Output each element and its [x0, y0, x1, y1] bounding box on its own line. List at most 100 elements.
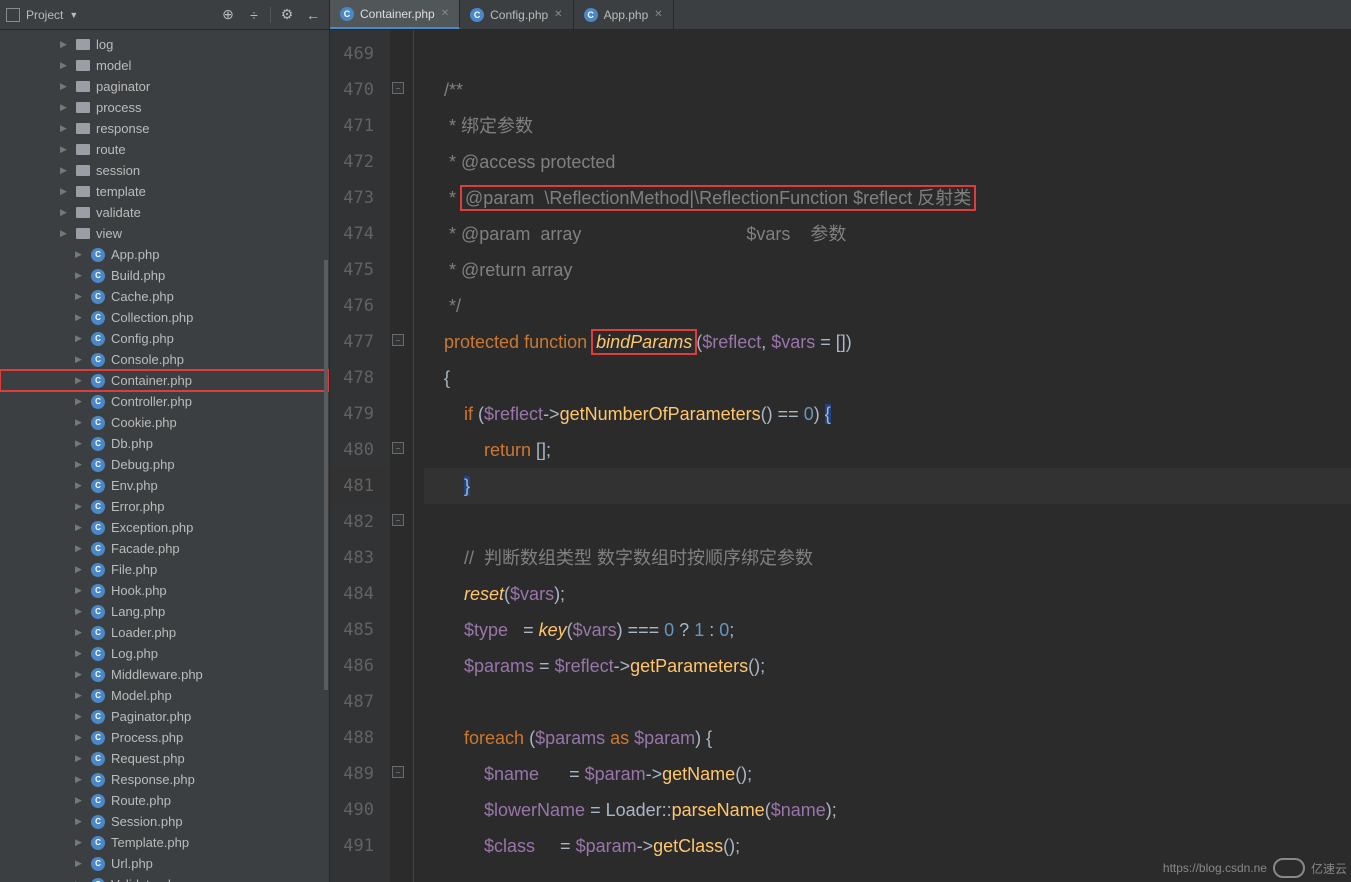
tree-file[interactable]: ▶CException.php — [0, 517, 329, 538]
expand-arrow-icon[interactable]: ▶ — [75, 795, 85, 806]
expand-arrow-icon[interactable]: ▶ — [60, 228, 70, 239]
expand-arrow-icon[interactable]: ▶ — [75, 270, 85, 281]
hide-icon[interactable]: ← — [303, 5, 323, 25]
expand-arrow-icon[interactable]: ▶ — [60, 39, 70, 50]
locate-icon[interactable]: ⊕ — [218, 5, 238, 25]
close-icon[interactable]: ✕ — [654, 9, 662, 20]
scrollbar-thumb[interactable] — [324, 260, 328, 690]
expand-arrow-icon[interactable]: ▶ — [60, 186, 70, 197]
tree-file[interactable]: ▶CFacade.php — [0, 538, 329, 559]
fold-icon[interactable]: − — [392, 514, 404, 526]
tree-folder[interactable]: ▶view — [0, 223, 329, 244]
file-tab[interactable]: CConfig.php✕ — [460, 0, 573, 29]
tree-folder[interactable]: ▶route — [0, 139, 329, 160]
tree-folder[interactable]: ▶model — [0, 55, 329, 76]
expand-arrow-icon[interactable]: ▶ — [60, 102, 70, 113]
project-sidebar[interactable]: ▶log▶model▶paginator▶process▶response▶ro… — [0, 30, 330, 882]
expand-arrow-icon[interactable]: ▶ — [75, 837, 85, 848]
expand-arrow-icon[interactable]: ▶ — [75, 396, 85, 407]
file-tab[interactable]: CApp.php✕ — [574, 0, 674, 29]
tree-file[interactable]: ▶CCookie.php — [0, 412, 329, 433]
tree-file[interactable]: ▶CRequest.php — [0, 748, 329, 769]
tree-file[interactable]: ▶CDebug.php — [0, 454, 329, 475]
expand-arrow-icon[interactable]: ▶ — [75, 375, 85, 386]
expand-arrow-icon[interactable]: ▶ — [75, 774, 85, 785]
tree-folder[interactable]: ▶validate — [0, 202, 329, 223]
tree-file[interactable]: ▶CProcess.php — [0, 727, 329, 748]
expand-arrow-icon[interactable]: ▶ — [75, 585, 85, 596]
expand-arrow-icon[interactable]: ▶ — [75, 522, 85, 533]
tree-file[interactable]: ▶CFile.php — [0, 559, 329, 580]
expand-arrow-icon[interactable]: ▶ — [60, 123, 70, 134]
expand-arrow-icon[interactable]: ▶ — [75, 438, 85, 449]
expand-arrow-icon[interactable]: ▶ — [75, 648, 85, 659]
tree-file[interactable]: ▶CMiddleware.php — [0, 664, 329, 685]
tree-file[interactable]: ▶CConsole.php — [0, 349, 329, 370]
tree-file[interactable]: ▶CConfig.php — [0, 328, 329, 349]
expand-arrow-icon[interactable]: ▶ — [75, 480, 85, 491]
expand-arrow-icon[interactable]: ▶ — [75, 354, 85, 365]
tree-folder[interactable]: ▶process — [0, 97, 329, 118]
expand-arrow-icon[interactable]: ▶ — [75, 627, 85, 638]
expand-arrow-icon[interactable]: ▶ — [60, 81, 70, 92]
expand-arrow-icon[interactable]: ▶ — [75, 312, 85, 323]
expand-arrow-icon[interactable]: ▶ — [75, 753, 85, 764]
tree-file[interactable]: ▶CResponse.php — [0, 769, 329, 790]
expand-arrow-icon[interactable]: ▶ — [75, 858, 85, 869]
code-editor[interactable]: 4694704714724734744754764774784794804814… — [330, 30, 1351, 882]
expand-arrow-icon[interactable]: ▶ — [60, 165, 70, 176]
expand-arrow-icon[interactable]: ▶ — [75, 459, 85, 470]
expand-arrow-icon[interactable]: ▶ — [75, 732, 85, 743]
expand-arrow-icon[interactable]: ▶ — [75, 291, 85, 302]
code-area[interactable]: /** * 绑定参数 * @access protected * @param … — [414, 30, 1351, 882]
expand-arrow-icon[interactable]: ▶ — [75, 669, 85, 680]
tree-file[interactable]: ▶CApp.php — [0, 244, 329, 265]
tree-file[interactable]: ▶CContainer.php — [0, 370, 329, 391]
expand-arrow-icon[interactable]: ▶ — [75, 711, 85, 722]
tree-file[interactable]: ▶CTemplate.php — [0, 832, 329, 853]
expand-arrow-icon[interactable]: ▶ — [75, 564, 85, 575]
tree-file[interactable]: ▶CEnv.php — [0, 475, 329, 496]
fold-icon[interactable]: − — [392, 442, 404, 454]
collapse-icon[interactable]: ÷ — [244, 5, 264, 25]
expand-arrow-icon[interactable]: ▶ — [60, 60, 70, 71]
close-icon[interactable]: ✕ — [441, 8, 449, 19]
tree-file[interactable]: ▶CSession.php — [0, 811, 329, 832]
tree-file[interactable]: ▶CCollection.php — [0, 307, 329, 328]
tree-folder[interactable]: ▶log — [0, 34, 329, 55]
tree-file[interactable]: ▶CError.php — [0, 496, 329, 517]
fold-icon[interactable]: − — [392, 82, 404, 94]
tree-file[interactable]: ▶CUrl.php — [0, 853, 329, 874]
tree-folder[interactable]: ▶session — [0, 160, 329, 181]
expand-arrow-icon[interactable]: ▶ — [60, 144, 70, 155]
expand-arrow-icon[interactable]: ▶ — [75, 690, 85, 701]
expand-arrow-icon[interactable]: ▶ — [75, 816, 85, 827]
tree-file[interactable]: ▶CBuild.php — [0, 265, 329, 286]
project-panel-header[interactable]: Project ▼ ⊕ ÷ ⚙ ← — [0, 0, 330, 29]
tree-file[interactable]: ▶CModel.php — [0, 685, 329, 706]
expand-arrow-icon[interactable]: ▶ — [75, 606, 85, 617]
tree-file[interactable]: ▶CLog.php — [0, 643, 329, 664]
expand-arrow-icon[interactable]: ▶ — [75, 333, 85, 344]
tree-file[interactable]: ▶CHook.php — [0, 580, 329, 601]
tree-folder[interactable]: ▶paginator — [0, 76, 329, 97]
tree-file[interactable]: ▶CPaginator.php — [0, 706, 329, 727]
expand-arrow-icon[interactable]: ▶ — [60, 207, 70, 218]
tree-file[interactable]: ▶CLang.php — [0, 601, 329, 622]
expand-arrow-icon[interactable]: ▶ — [75, 543, 85, 554]
tree-file[interactable]: ▶CCache.php — [0, 286, 329, 307]
expand-arrow-icon[interactable]: ▶ — [75, 417, 85, 428]
gear-icon[interactable]: ⚙ — [277, 5, 297, 25]
file-tab[interactable]: CContainer.php✕ — [330, 0, 460, 29]
tree-file[interactable]: ▶CValidate.php — [0, 874, 329, 882]
tree-folder[interactable]: ▶response — [0, 118, 329, 139]
close-icon[interactable]: ✕ — [554, 9, 562, 20]
fold-icon[interactable]: − — [392, 766, 404, 778]
tree-file[interactable]: ▶CController.php — [0, 391, 329, 412]
tree-folder[interactable]: ▶template — [0, 181, 329, 202]
tree-file[interactable]: ▶CLoader.php — [0, 622, 329, 643]
tree-file[interactable]: ▶CDb.php — [0, 433, 329, 454]
tree-file[interactable]: ▶CRoute.php — [0, 790, 329, 811]
fold-icon[interactable]: − — [392, 334, 404, 346]
expand-arrow-icon[interactable]: ▶ — [75, 249, 85, 260]
